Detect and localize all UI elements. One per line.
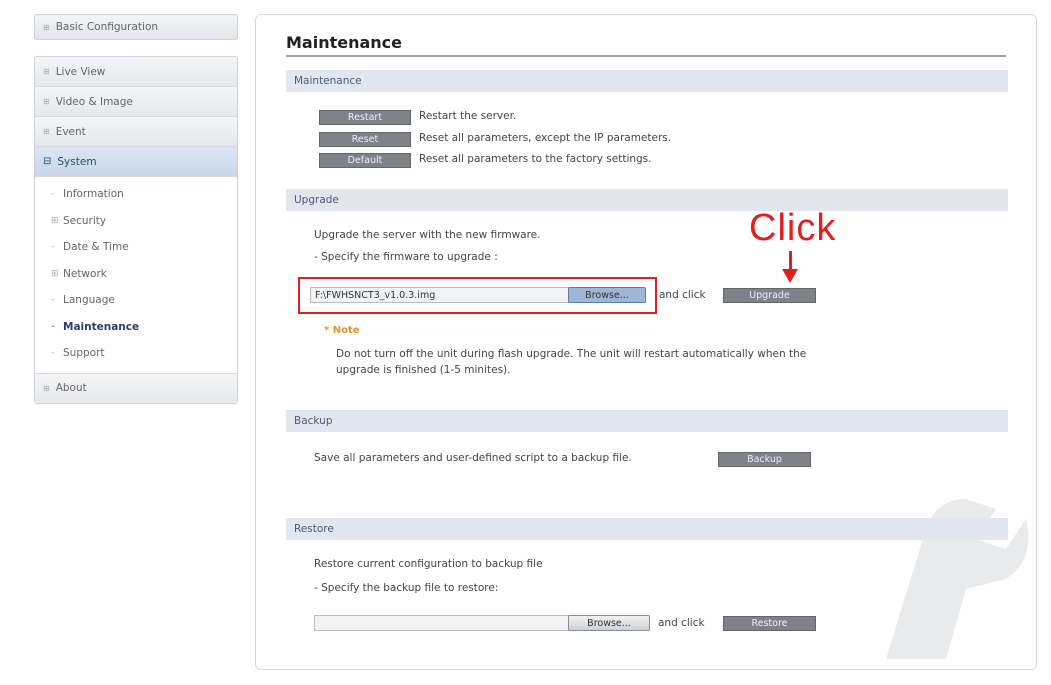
click-annotation: Click — [749, 207, 837, 249]
wrench-watermark-icon — [886, 499, 1029, 659]
note-text-line1: Do not turn off the unit during flash up… — [336, 348, 807, 360]
restore-file-input[interactable] — [314, 615, 570, 631]
note-title: * Note — [324, 325, 360, 336]
sidebar-subitem-label: Language — [63, 294, 115, 307]
upgrade-instruction: Upgrade the server with the new firmware… — [314, 229, 541, 241]
restart-description: Restart the server. — [419, 110, 517, 122]
sidebar-subitem-label: Maintenance — [63, 320, 140, 333]
and-click-label: and click — [659, 289, 706, 301]
section-header-upgrade: Upgrade — [286, 189, 1008, 211]
section-header-maintenance: Maintenance — [286, 70, 1008, 92]
firmware-browse-button[interactable]: Browse... — [568, 287, 646, 303]
restore-specify-label: - Specify the backup file to restore: — [314, 582, 499, 594]
sidebar-item-live-view[interactable]: ⊞ Live View — [35, 57, 237, 87]
annotation-arrow-shaft — [789, 251, 792, 271]
sidebar-subitem-maintenance[interactable]: - Maintenance — [35, 314, 237, 341]
expand-icon: ⊞ — [51, 268, 59, 279]
backup-button[interactable]: Backup — [718, 452, 811, 467]
sidebar-item-label: System — [57, 155, 97, 168]
page-title: Maintenance — [286, 33, 1006, 57]
sidebar-subitem-label: Date & Time — [63, 241, 129, 254]
section-header-backup: Backup — [286, 410, 1008, 432]
sidebar-subitem-network[interactable]: ⊞ Network — [35, 261, 237, 288]
restore-instruction: Restore current configuration to backup … — [314, 558, 543, 570]
sidebar-item-about[interactable]: ⊞ About — [35, 373, 237, 403]
restart-button[interactable]: Restart — [319, 110, 411, 125]
sidebar-subitem-security[interactable]: ⊞ Security — [35, 208, 237, 235]
sidebar-basic-configuration[interactable]: ⊞ Basic Configuration — [34, 14, 238, 40]
expand-icon: ⊞ — [43, 97, 50, 106]
expand-icon: ⊞ — [43, 127, 50, 136]
system-submenu: - Information ⊞ Security - Date & Time ⊞… — [35, 177, 237, 374]
sidebar-subitem-date-time[interactable]: - Date & Time — [35, 234, 237, 261]
bullet-icon: - — [51, 348, 55, 359]
sidebar-subitem-information[interactable]: - Information — [35, 181, 237, 208]
sidebar-item-video-image[interactable]: ⊞ Video & Image — [35, 87, 237, 117]
expand-icon: ⊞ — [43, 22, 50, 32]
default-description: Reset all parameters to the factory sett… — [419, 153, 652, 165]
reset-button[interactable]: Reset — [319, 132, 411, 147]
sidebar-item-system[interactable]: ⊟ System — [35, 147, 237, 177]
sidebar-subitem-support[interactable]: - Support — [35, 340, 237, 367]
note-text-line2: upgrade is finished (1-5 minites). — [336, 364, 511, 376]
annotation-arrow-icon — [782, 269, 798, 283]
sidebar-subitem-language[interactable]: - Language — [35, 287, 237, 314]
restore-button[interactable]: Restore — [723, 616, 816, 631]
main-panel: Maintenance Maintenance Restart Restart … — [255, 14, 1037, 670]
bullet-icon: - — [51, 189, 55, 200]
backup-description: Save all parameters and user-defined scr… — [314, 452, 632, 464]
sidebar-menu: ⊞ Live View ⊞ Video & Image ⊞ Event ⊟ Sy… — [34, 56, 238, 404]
firmware-file-input[interactable]: F:\FWHSNCT3_v1.0.3.img — [310, 287, 570, 303]
reset-description: Reset all parameters, except the IP para… — [419, 132, 672, 144]
sidebar-item-label: About — [55, 382, 87, 394]
upgrade-button[interactable]: Upgrade — [723, 288, 816, 303]
bullet-icon: - — [51, 321, 55, 332]
and-click-label: and click — [658, 617, 705, 629]
expand-icon: ⊞ — [43, 67, 50, 76]
sidebar-subitem-label: Network — [63, 267, 107, 280]
upgrade-specify-label: - Specify the firmware to upgrade : — [314, 251, 498, 263]
expand-icon: ⊞ — [51, 215, 59, 226]
bullet-icon: - — [51, 242, 55, 253]
section-header-restore: Restore — [286, 518, 1008, 540]
collapse-icon: ⊟ — [43, 156, 52, 167]
sidebar: ⊞ Basic Configuration ⊞ Live View ⊞ Vide… — [34, 14, 238, 404]
restore-browse-button[interactable]: Browse... — [568, 615, 650, 631]
default-button[interactable]: Default — [319, 153, 411, 168]
sidebar-item-label: Event — [55, 125, 86, 138]
sidebar-subitem-label: Information — [63, 188, 124, 201]
sidebar-subitem-label: Support — [63, 347, 105, 360]
sidebar-item-label: Live View — [55, 65, 106, 78]
sidebar-item-label: Basic Configuration — [55, 21, 159, 33]
sidebar-subitem-label: Security — [63, 214, 107, 227]
sidebar-item-label: Video & Image — [55, 95, 133, 108]
bullet-icon: - — [51, 295, 55, 306]
sidebar-item-event[interactable]: ⊞ Event — [35, 117, 237, 147]
expand-icon: ⊞ — [43, 383, 50, 393]
